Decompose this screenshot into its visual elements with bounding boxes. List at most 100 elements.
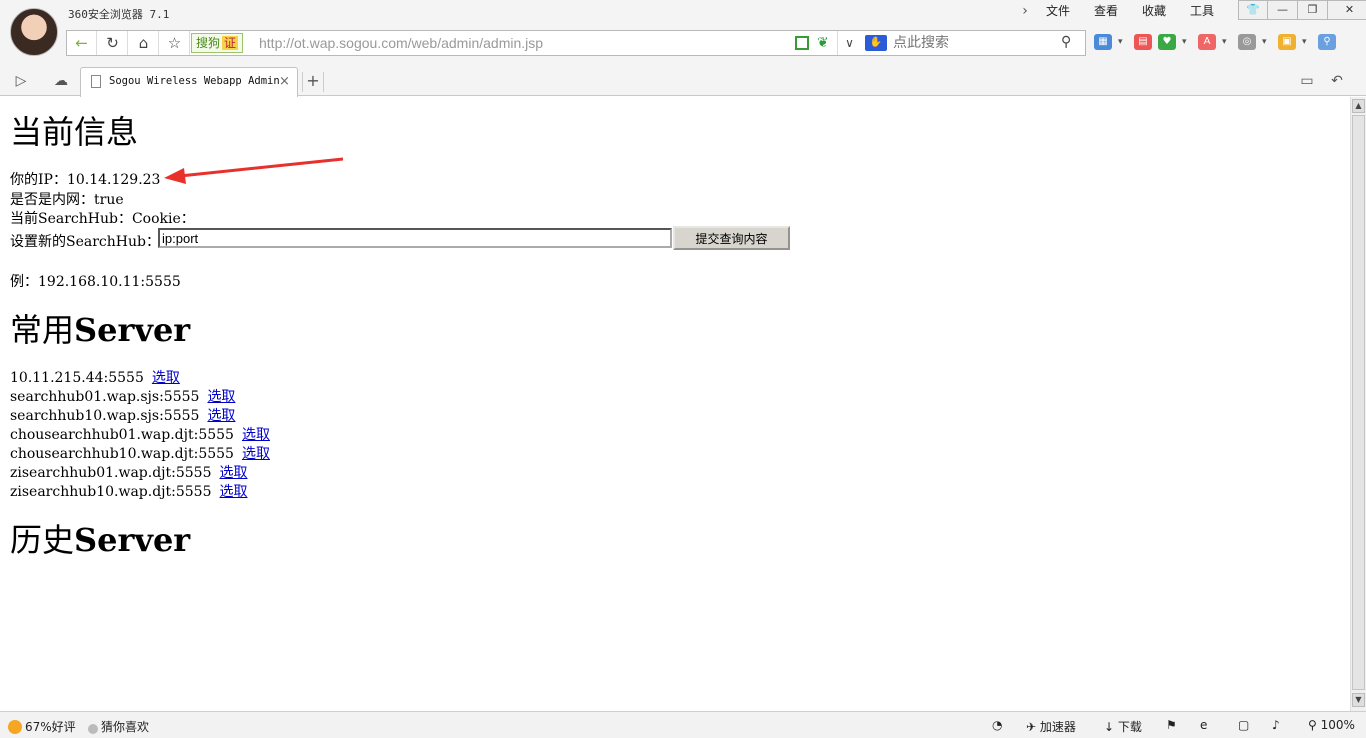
home-icon[interactable]: ⌂ [129,31,159,55]
refresh-icon[interactable]: ↻ [98,31,128,55]
menu-bar: › 文件 查看 收藏 工具 帮助 [1016,2,1274,20]
cert-badge: 证 [222,36,239,50]
select-link[interactable]: 选取 [242,427,270,443]
speed-mode-icon[interactable]: ❦ [817,35,829,51]
apps-icon[interactable]: ▦ [1094,34,1112,50]
download-icon: ↓ [1104,720,1115,734]
scroll-down-icon[interactable]: ▼ [1352,693,1365,707]
select-link[interactable]: 选取 [220,484,248,500]
heading-common-prefix: 常用 [10,311,75,349]
select-link[interactable]: 选取 [152,370,180,386]
search-icon[interactable]: ⚲ [1061,34,1071,50]
menu-favorites[interactable]: 收藏 [1130,2,1178,20]
window-controls: 👕 — ❐ ✕ [1238,0,1366,20]
menu-view[interactable]: 查看 [1082,2,1130,20]
guess-item[interactable]: 猜你喜欢 [88,718,149,735]
chevron-right-icon[interactable]: › [1016,3,1034,19]
extension-icons: ▦ ▾ ▤ ♥ ▾ A ▾ ◎ ▾ ▣ ▾ ⚲ [1094,34,1336,50]
chevron-down-icon[interactable]: ∨ [837,31,861,55]
ip-line: 你的IP：10.14.129.23 [10,172,161,188]
heading-common-suffix: Server [74,311,191,349]
submit-button[interactable]: 提交查询内容 [673,226,790,250]
zoom-icon: ⚲ [1308,718,1317,732]
star-icon[interactable]: ☆ [160,31,190,55]
server-address: zisearchhub10.wap.djt:5555 [10,484,212,500]
guess-label: 猜你喜欢 [101,720,150,734]
chevron-down-icon[interactable]: ▾ [1302,37,1312,47]
scroll-up-icon[interactable]: ▲ [1352,99,1365,113]
rating-label: 67%好评 [25,720,76,734]
heading-current-info: 当前信息 [10,113,139,151]
ie-icon[interactable]: e [1200,718,1207,732]
server-address: 10.11.215.44:5555 [10,370,144,386]
user-avatar[interactable] [10,8,58,56]
orange-icon [8,720,22,734]
set-hub-label: 设置新的SearchHub： [10,234,160,250]
vertical-scrollbar[interactable]: ▲ ▼ [1350,97,1366,711]
screenshot-icon[interactable]: ▣ [1278,34,1296,50]
page-content: 当前信息 你的IP：10.14.129.23 是否是内网：true 当前Sear… [0,97,1350,711]
select-link[interactable]: 选取 [220,465,248,481]
scroll-thumb[interactable] [1352,115,1365,690]
chevron-down-icon[interactable]: ▾ [1118,37,1128,47]
window-icon[interactable]: ▢ [1238,718,1249,732]
magnifier-icon[interactable]: ⚲ [1318,34,1336,50]
calendar-icon[interactable]: ▤ [1134,34,1152,50]
new-tab-button[interactable]: + [302,72,324,92]
qr-code-icon[interactable] [795,36,809,50]
sogou-badge[interactable]: 搜狗证 [191,33,244,53]
current-hub-line: 当前SearchHub：Cookie： [10,211,195,227]
chevron-down-icon[interactable]: ▾ [1262,37,1272,47]
speed-icon[interactable]: ◔ [992,718,1002,732]
heading-history-suffix: Server [74,521,191,559]
close-tab-icon[interactable]: × [279,74,290,89]
menu-file[interactable]: 文件 [1034,2,1082,20]
chevron-down-icon[interactable]: ▾ [1222,37,1232,47]
menu-tools[interactable]: 工具 [1178,2,1226,20]
heading-history-server: 历史Server [10,515,190,561]
back-arrow-icon[interactable]: ← [67,31,97,55]
address-bar: ← ↻ ⌂ ☆ 搜狗证 ❦ ∨ ✋ ⚲ [66,30,1086,56]
tab-active[interactable]: Sogou Wireless Webapp Admin × [80,67,298,97]
sidebar-toggle-icon[interactable]: ▷ [8,70,34,92]
server-row: zisearchhub10.wap.djt:5555 选取 [10,481,248,501]
tab-title: Sogou Wireless Webapp Admin [109,75,280,87]
flag-icon[interactable]: ⚑ [1166,718,1177,732]
download-item[interactable]: ↓ 下载 [1104,718,1142,735]
url-input[interactable] [259,34,789,52]
game-icon[interactable]: ◎ [1238,34,1256,50]
server-row: searchhub10.wap.sjs:5555 选取 [10,405,235,425]
skin-icon[interactable]: 👕 [1238,0,1268,20]
page-icon [91,75,101,88]
cloud-icon[interactable]: ☁ [48,70,74,92]
select-link[interactable]: 选取 [207,408,235,424]
shield-icon[interactable]: ♥ [1158,34,1176,50]
pdf-icon[interactable]: A [1198,34,1216,50]
select-link[interactable]: 选取 [242,446,270,462]
maximize-button[interactable]: ❐ [1298,0,1328,20]
server-address: zisearchhub01.wap.djt:5555 [10,465,212,481]
server-address: chousearchhub10.wap.djt:5555 [10,446,234,462]
volume-icon[interactable]: ♪ [1272,718,1280,732]
searchhub-input[interactable] [158,228,672,248]
chevron-down-icon[interactable]: ▾ [1182,37,1192,47]
tab-list-icon[interactable]: ▭ [1294,70,1320,92]
undo-close-icon[interactable]: ↶ [1324,70,1350,92]
sogou-label: 搜狗 [196,36,221,50]
rating-item[interactable]: 67%好评 [8,718,76,735]
search-input[interactable] [893,34,1053,52]
status-bar: 67%好评 猜你喜欢 ◔ ✈ 加速器 ↓ 下载 ⚑ e ▢ ♪ ⚲ 100% [0,711,1366,738]
intranet-line: 是否是内网：true [10,192,124,208]
heading-history-prefix: 历史 [10,521,75,559]
accelerator-item[interactable]: ✈ 加速器 [1026,718,1076,735]
example-line: 例：192.168.10.11:5555 [10,274,181,290]
app-title: 360安全浏览器 7.1 [68,8,170,21]
tab-bar: ▷ ☁ Sogou Wireless Webapp Admin × + ▭ ↶ [0,64,1366,97]
close-window-button[interactable]: ✕ [1328,0,1366,20]
minimize-button[interactable]: — [1268,0,1298,20]
dot-icon [88,724,98,734]
baidu-paw-icon[interactable]: ✋ [865,35,887,51]
select-link[interactable]: 选取 [207,389,235,405]
zoom-item[interactable]: ⚲ 100% [1308,718,1355,732]
accelerator-label: 加速器 [1039,720,1076,734]
